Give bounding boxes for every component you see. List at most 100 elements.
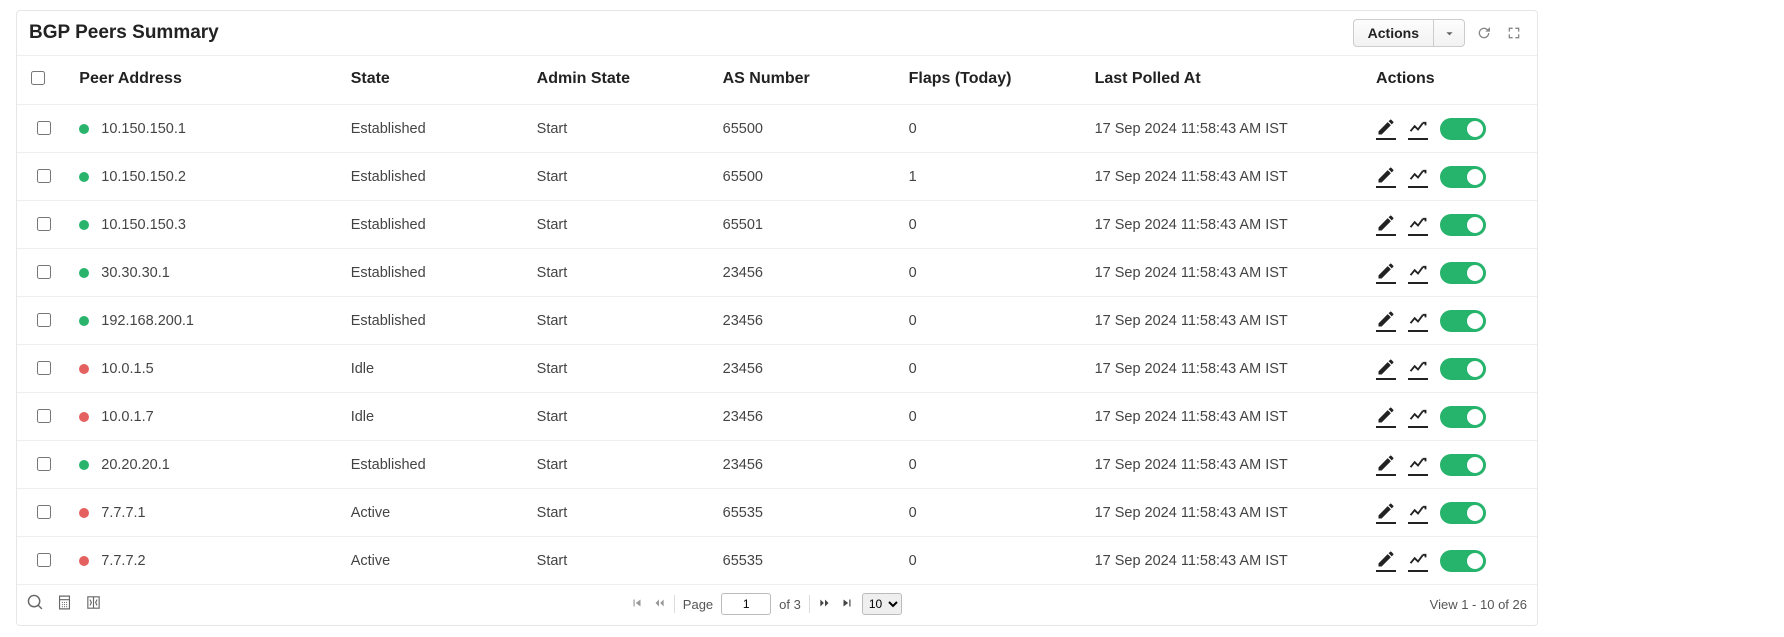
admin-state-cell: Start xyxy=(527,249,713,297)
peer-address[interactable]: 20.20.20.1 xyxy=(101,457,170,473)
admin-state-cell: Start xyxy=(527,153,713,201)
last-polled-cell: 17 Sep 2024 11:58:43 AM IST xyxy=(1085,441,1366,489)
perf-button[interactable] xyxy=(1408,165,1428,188)
select-all-checkbox[interactable] xyxy=(31,71,45,85)
enable-toggle[interactable] xyxy=(1440,166,1486,188)
enable-toggle[interactable] xyxy=(1440,358,1486,380)
perf-button[interactable] xyxy=(1408,213,1428,236)
row-checkbox[interactable] xyxy=(37,121,51,135)
enable-toggle[interactable] xyxy=(1440,406,1486,428)
trend-icon xyxy=(1408,549,1428,569)
as-number-cell: 23456 xyxy=(713,345,899,393)
enable-toggle[interactable] xyxy=(1440,118,1486,140)
table-row: 10.150.150.2EstablishedStart65500117 Sep… xyxy=(17,153,1537,201)
calculator-button[interactable] xyxy=(56,594,73,614)
panel-controls: Actions xyxy=(1353,19,1525,47)
perf-button[interactable] xyxy=(1408,501,1428,524)
state-cell: Active xyxy=(341,489,527,537)
page-prev-button[interactable] xyxy=(652,596,666,613)
row-checkbox[interactable] xyxy=(37,169,51,183)
expand-icon xyxy=(1506,25,1522,41)
row-checkbox[interactable] xyxy=(37,361,51,375)
enable-toggle[interactable] xyxy=(1440,262,1486,284)
col-as-number[interactable]: AS Number xyxy=(713,56,899,105)
page-next-icon xyxy=(818,596,832,610)
enable-toggle[interactable] xyxy=(1440,310,1486,332)
page-input[interactable] xyxy=(721,593,771,615)
row-checkbox[interactable] xyxy=(37,265,51,279)
col-admin-state[interactable]: Admin State xyxy=(527,56,713,105)
state-cell: Established xyxy=(341,249,527,297)
expand-button[interactable] xyxy=(1503,22,1525,44)
peer-address[interactable]: 10.150.150.1 xyxy=(101,121,186,137)
enable-toggle[interactable] xyxy=(1440,214,1486,236)
enable-toggle[interactable] xyxy=(1440,454,1486,476)
perf-button[interactable] xyxy=(1408,405,1428,428)
row-checkbox[interactable] xyxy=(37,553,51,567)
flaps-cell: 0 xyxy=(899,345,1085,393)
bgp-peers-panel: BGP Peers Summary Actions xyxy=(16,10,1538,626)
perf-button[interactable] xyxy=(1408,453,1428,476)
edit-button[interactable] xyxy=(1376,309,1396,332)
perf-button[interactable] xyxy=(1408,549,1428,572)
peer-address[interactable]: 192.168.200.1 xyxy=(101,313,194,329)
trend-icon xyxy=(1408,501,1428,521)
perf-button[interactable] xyxy=(1408,117,1428,140)
perf-button[interactable] xyxy=(1408,357,1428,380)
table-row: 20.20.20.1EstablishedStart23456017 Sep 2… xyxy=(17,441,1537,489)
peer-address[interactable]: 10.0.1.5 xyxy=(101,361,153,377)
page-of-label: of 3 xyxy=(779,597,801,612)
edit-icon xyxy=(1376,309,1396,329)
edit-button[interactable] xyxy=(1376,165,1396,188)
flaps-cell: 0 xyxy=(899,537,1085,585)
reload-button[interactable] xyxy=(1473,22,1495,44)
actions-button[interactable]: Actions xyxy=(1354,20,1433,46)
as-number-cell: 65535 xyxy=(713,489,899,537)
col-flaps[interactable]: Flaps (Today) xyxy=(899,56,1085,105)
peer-address[interactable]: 7.7.7.2 xyxy=(101,553,145,569)
enable-toggle[interactable] xyxy=(1440,550,1486,572)
peer-address[interactable]: 7.7.7.1 xyxy=(101,505,145,521)
edit-button[interactable] xyxy=(1376,213,1396,236)
actions-caret[interactable] xyxy=(1433,20,1464,46)
status-dot xyxy=(79,460,89,470)
row-checkbox[interactable] xyxy=(37,409,51,423)
perf-button[interactable] xyxy=(1408,309,1428,332)
row-checkbox[interactable] xyxy=(37,457,51,471)
edit-button[interactable] xyxy=(1376,453,1396,476)
as-number-cell: 65501 xyxy=(713,201,899,249)
col-peer-address[interactable]: Peer Address xyxy=(69,56,340,105)
peer-address[interactable]: 10.0.1.7 xyxy=(101,409,153,425)
page-last-button[interactable] xyxy=(840,596,854,613)
peer-address[interactable]: 10.150.150.3 xyxy=(101,217,186,233)
export-icon xyxy=(85,594,102,611)
page-next-button[interactable] xyxy=(818,596,832,613)
search-button[interactable] xyxy=(27,594,44,614)
col-state[interactable]: State xyxy=(341,56,527,105)
actions-dropdown[interactable]: Actions xyxy=(1353,19,1465,47)
row-checkbox[interactable] xyxy=(37,505,51,519)
edit-button[interactable] xyxy=(1376,405,1396,428)
edit-button[interactable] xyxy=(1376,261,1396,284)
admin-state-cell: Start xyxy=(527,201,713,249)
row-checkbox[interactable] xyxy=(37,217,51,231)
last-polled-cell: 17 Sep 2024 11:58:43 AM IST xyxy=(1085,201,1366,249)
table-row: 7.7.7.1ActiveStart65535017 Sep 2024 11:5… xyxy=(17,489,1537,537)
col-last-polled[interactable]: Last Polled At xyxy=(1085,56,1366,105)
panel-footer: Page of 3 10 View 1 - 10 of 26 xyxy=(17,585,1537,625)
edit-button[interactable] xyxy=(1376,549,1396,572)
export-button[interactable] xyxy=(85,594,102,614)
table-row: 192.168.200.1EstablishedStart23456017 Se… xyxy=(17,297,1537,345)
row-checkbox[interactable] xyxy=(37,313,51,327)
page-size-select[interactable]: 10 xyxy=(862,593,902,615)
peer-address[interactable]: 10.150.150.2 xyxy=(101,169,186,185)
enable-toggle[interactable] xyxy=(1440,502,1486,524)
edit-button[interactable] xyxy=(1376,117,1396,140)
peer-address[interactable]: 30.30.30.1 xyxy=(101,265,170,281)
edit-button[interactable] xyxy=(1376,501,1396,524)
page-first-button[interactable] xyxy=(630,596,644,613)
edit-button[interactable] xyxy=(1376,357,1396,380)
as-number-cell: 23456 xyxy=(713,249,899,297)
edit-icon xyxy=(1376,261,1396,281)
perf-button[interactable] xyxy=(1408,261,1428,284)
